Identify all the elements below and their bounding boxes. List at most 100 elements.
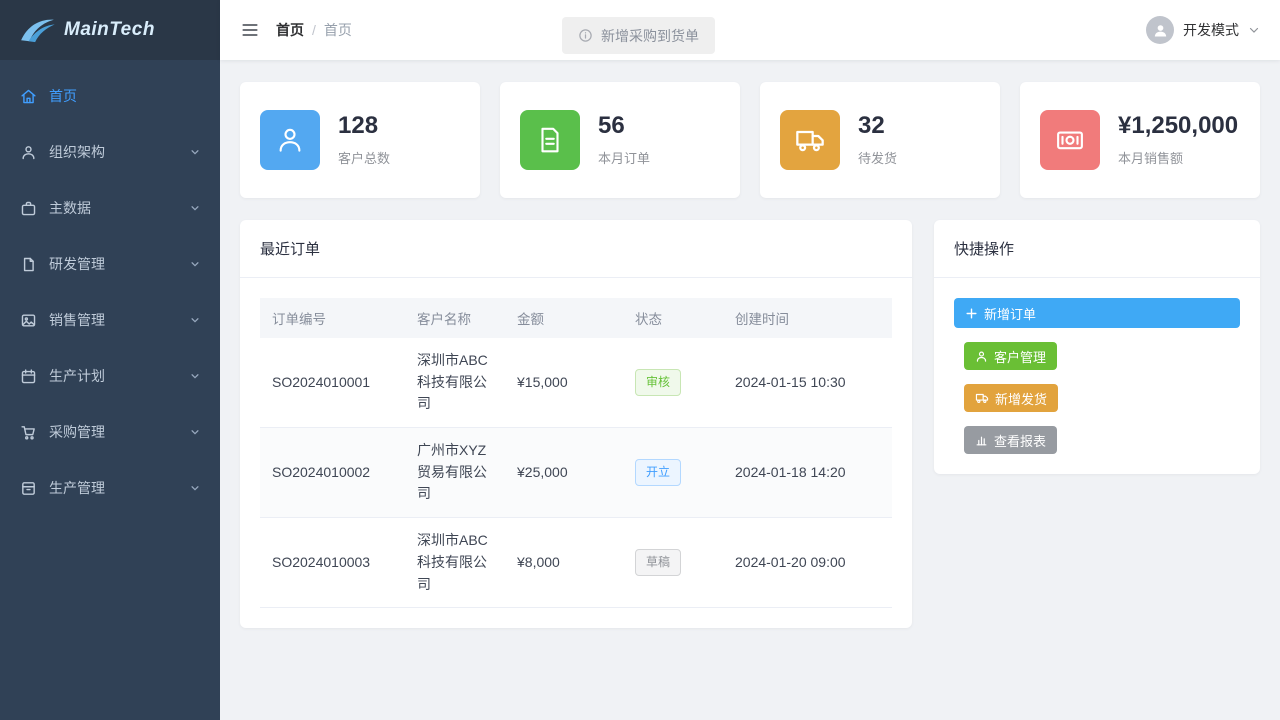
document-icon (520, 110, 580, 170)
avatar (1146, 16, 1174, 44)
quick-button-label: 客户管理 (994, 347, 1046, 366)
order-customer: 深圳市ABC科技有限公司 (405, 338, 505, 428)
breadcrumb-current: 首页 (324, 20, 352, 40)
chevron-down-icon (190, 427, 200, 437)
order-customer: 广州市XYZ贸易有限公司 (405, 428, 505, 518)
sidebar-item-organization[interactable]: 组织架构 (0, 124, 220, 180)
stat-card-monthly-sales: ¥1,250,000 本月销售额 (1020, 82, 1260, 198)
sidebar-item-label: 组织架构 (49, 142, 105, 162)
status-badge: 审核 (635, 369, 681, 396)
order-id: SO2024010003 (260, 518, 405, 608)
order-amount: ¥15,000 (505, 338, 623, 428)
order-created: 2024-01-15 10:30 (723, 338, 892, 428)
sidebar-item-label: 销售管理 (49, 310, 105, 330)
panel-title: 最近订单 (240, 220, 912, 278)
stat-label: 客户总数 (338, 148, 390, 167)
quick-button-label: 新增发货 (995, 389, 1047, 408)
sidebar-item-home[interactable]: 首页 (0, 68, 220, 124)
stat-value: 56 (598, 113, 650, 139)
sidebar-item-label: 首页 (49, 86, 77, 106)
recent-orders-panel: 最近订单 订单编号 客户名称 金额 状态 (240, 220, 912, 628)
status-badge: 草稿 (635, 549, 681, 576)
sidebar-item-label: 生产计划 (49, 366, 105, 386)
table-row[interactable]: SO2024010001 深圳市ABC科技有限公司 ¥15,000 审核 202… (260, 338, 892, 428)
breadcrumb-home[interactable]: 首页 (276, 20, 304, 40)
new-purchase-arrival-button[interactable]: 新增采购到货单 (562, 17, 715, 54)
calendar-icon (20, 368, 37, 385)
order-amount: ¥8,000 (505, 518, 623, 608)
logo-swoosh-icon (18, 16, 56, 44)
truck-icon (975, 391, 989, 405)
stat-card-text: ¥1,250,000 本月销售额 (1118, 113, 1238, 166)
stat-card-pending-shipments: 32 待发货 (760, 82, 1000, 198)
action-button-label: 新增采购到货单 (601, 26, 699, 46)
customer-management-button[interactable]: 客户管理 (964, 342, 1057, 370)
new-order-button[interactable]: 新增订单 (954, 298, 1240, 328)
document-icon (20, 256, 37, 273)
money-icon (1040, 110, 1100, 170)
stat-label: 待发货 (858, 148, 897, 167)
sidebar: MainTech 首页 组织架构 主数据 (0, 0, 220, 720)
table-header-row: 订单编号 客户名称 金额 状态 创建时间 (260, 298, 892, 338)
briefcase-icon (20, 200, 37, 217)
report-icon (975, 434, 988, 447)
chevron-down-icon (190, 483, 200, 493)
status-badge: 开立 (635, 459, 681, 486)
user-menu[interactable]: 开发模式 (1146, 16, 1260, 44)
brand-name: MainTech (64, 19, 155, 41)
sidebar-item-label: 研发管理 (49, 254, 105, 274)
sidebar-item-label: 生产管理 (49, 478, 105, 498)
sidebar-item-production-plan[interactable]: 生产计划 (0, 348, 220, 404)
user-icon (260, 110, 320, 170)
user-icon (975, 350, 988, 363)
sidebar-toggle-icon[interactable] (240, 20, 260, 40)
order-created: 2024-01-20 09:00 (723, 518, 892, 608)
stat-value: 32 (858, 113, 897, 139)
truck-icon (780, 110, 840, 170)
order-customer: 深圳市ABC科技有限公司 (405, 518, 505, 608)
col-created: 创建时间 (723, 298, 892, 338)
chevron-down-icon (190, 315, 200, 325)
breadcrumb: 首页 / 首页 (276, 20, 352, 40)
user-mode-label: 开发模式 (1183, 20, 1239, 40)
quick-actions-panel: 快捷操作 新增订单 客户管理 (934, 220, 1260, 474)
table-row[interactable]: SO2024010002 广州市XYZ贸易有限公司 ¥25,000 开立 202… (260, 428, 892, 518)
stat-card-text: 56 本月订单 (598, 113, 650, 166)
stat-card-monthly-orders: 56 本月订单 (500, 82, 740, 198)
view-reports-button[interactable]: 查看报表 (964, 426, 1057, 454)
user-icon (20, 144, 37, 161)
stat-cards: 128 客户总数 56 本月订单 (240, 82, 1260, 198)
col-customer: 客户名称 (405, 298, 505, 338)
info-icon (578, 28, 593, 43)
quick-button-label: 查看报表 (994, 431, 1046, 450)
dashboard-panels: 最近订单 订单编号 客户名称 金额 状态 (240, 220, 1260, 628)
col-status: 状态 (623, 298, 723, 338)
sidebar-item-production-mgmt[interactable]: 生产管理 (0, 460, 220, 516)
sidebar-item-procurement[interactable]: 采购管理 (0, 404, 220, 460)
sidebar-item-rnd[interactable]: 研发管理 (0, 236, 220, 292)
sidebar-item-master-data[interactable]: 主数据 (0, 180, 220, 236)
recent-orders-table: 订单编号 客户名称 金额 状态 创建时间 SO2024010001 (260, 298, 892, 608)
quick-actions-body: 新增订单 客户管理 新增发货 (934, 278, 1260, 474)
breadcrumb-separator: / (312, 22, 316, 38)
stat-value: 128 (338, 113, 390, 139)
cart-icon (20, 424, 37, 441)
plus-icon (965, 307, 978, 320)
new-shipment-button[interactable]: 新增发货 (964, 384, 1058, 412)
stat-card-text: 32 待发货 (858, 113, 897, 166)
orders-table-wrap: 订单编号 客户名称 金额 状态 创建时间 SO2024010001 (240, 278, 912, 628)
home-icon (20, 88, 37, 105)
chart-image-icon (20, 312, 37, 329)
stat-card-text: 128 客户总数 (338, 113, 390, 166)
order-created: 2024-01-18 14:20 (723, 428, 892, 518)
table-row[interactable]: SO2024010003 深圳市ABC科技有限公司 ¥8,000 草稿 2024… (260, 518, 892, 608)
stat-card-customers: 128 客户总数 (240, 82, 480, 198)
app-window: MainTech 首页 组织架构 主数据 (0, 0, 1280, 720)
maintech-logo: MainTech (0, 0, 220, 60)
col-amount: 金额 (505, 298, 623, 338)
sidebar-item-label: 采购管理 (49, 422, 105, 442)
stat-value: ¥1,250,000 (1118, 113, 1238, 139)
sidebar-menu: 首页 组织架构 主数据 研发管理 (0, 60, 220, 516)
sidebar-item-sales[interactable]: 销售管理 (0, 292, 220, 348)
quick-button-label: 新增订单 (984, 304, 1036, 323)
